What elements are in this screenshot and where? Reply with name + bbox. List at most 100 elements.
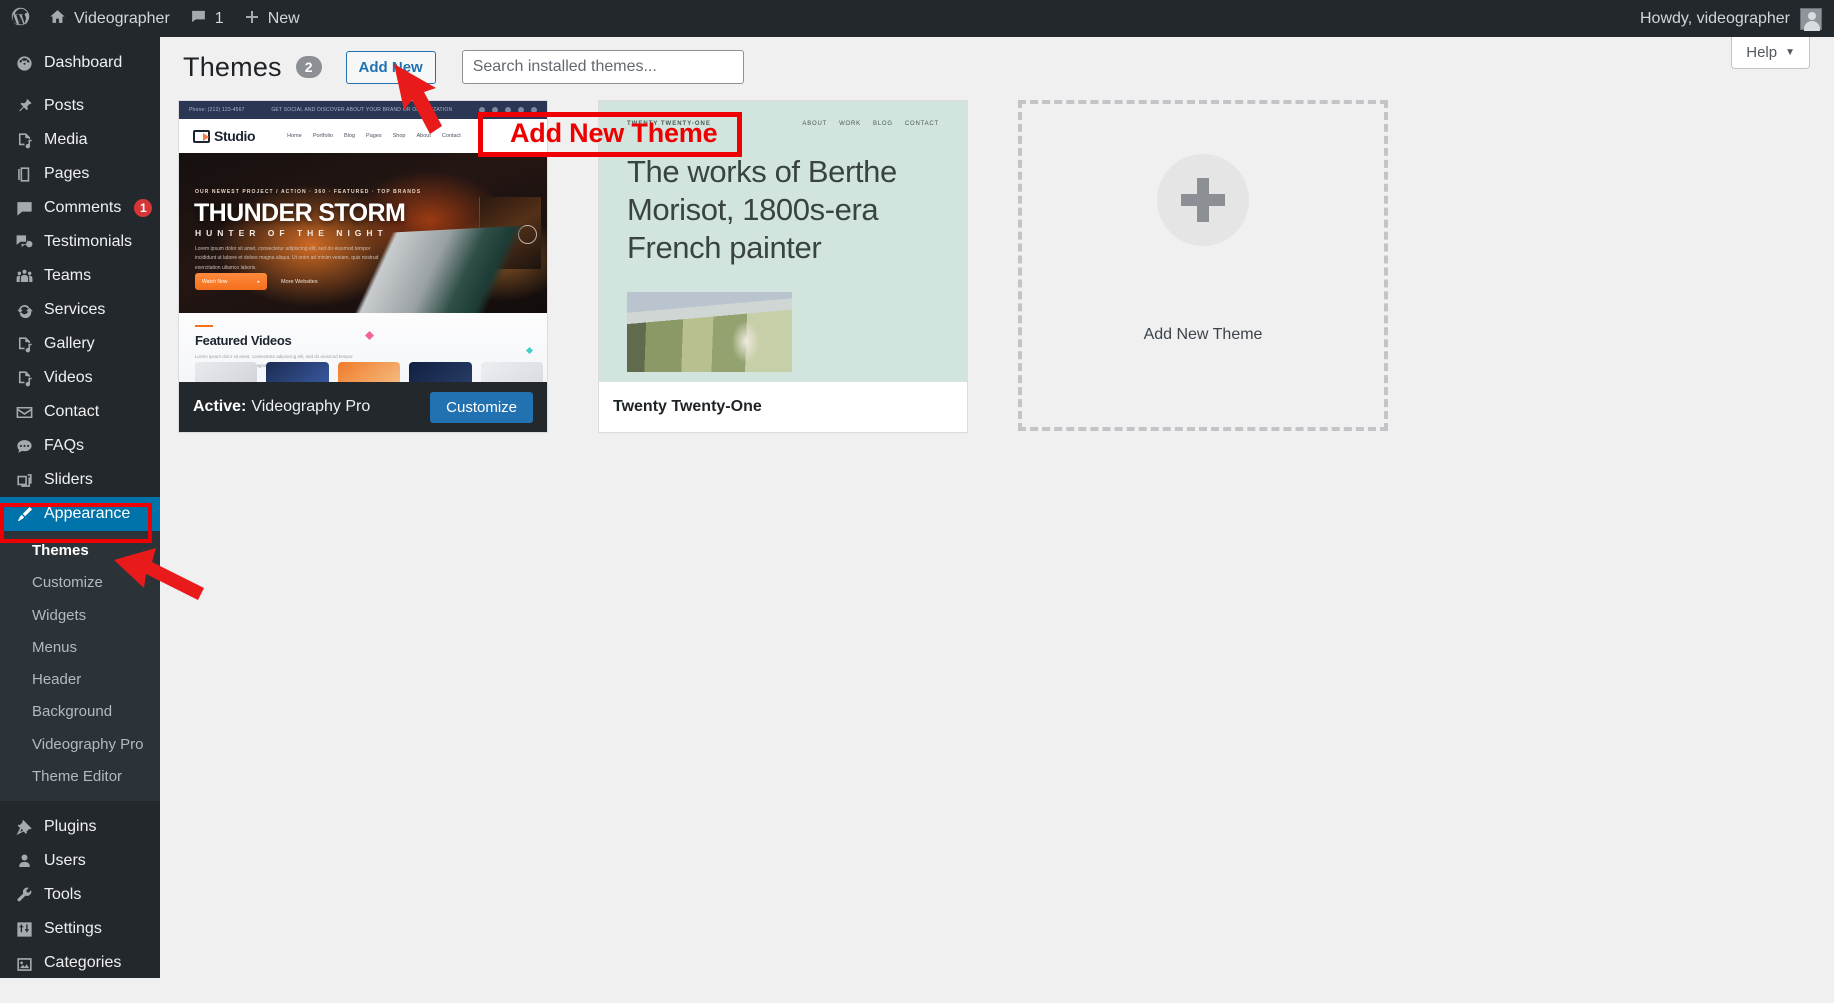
- sidebar-label: Testimonials: [44, 233, 133, 250]
- image-icon: [14, 954, 34, 974]
- preview-accent-rule: [195, 325, 213, 327]
- sidebar-label: Posts: [44, 97, 85, 114]
- preview-nav-link: Portfolio: [312, 133, 334, 139]
- theme-card-footer: Active: Videography Pro Customize: [179, 382, 547, 432]
- add-new-theme-card[interactable]: Add New Theme: [1018, 100, 1388, 431]
- preview-header: TWENTY TWENTY-ONE ABOUT WORK BLOG CONTAC…: [627, 121, 939, 127]
- sidebar-label: Categories Images: [44, 954, 122, 993]
- content-area: Help ▼ Themes 2 Add New Phone: (212) 123…: [160, 37, 1834, 978]
- sidebar-item-media[interactable]: Media: [0, 123, 160, 157]
- media-icon: [14, 130, 34, 150]
- preview-topbar-phone: Phone: (212) 123-4567: [189, 107, 245, 113]
- theme-preview-art: TWENTY TWENTY-ONE ABOUT WORK BLOG CONTAC…: [599, 101, 967, 382]
- theme-name: Videography Pro: [251, 398, 371, 415]
- preview-thumb: [480, 362, 544, 382]
- sidebar-label: Contact: [44, 403, 100, 420]
- submenu-item-background[interactable]: Background: [0, 696, 160, 728]
- sidebar-label: Gallery: [44, 335, 95, 352]
- pages-icon: [14, 164, 34, 184]
- preview-cta-row: Watch Now ▸ More Websites: [195, 273, 318, 290]
- preview-cta-primary: Watch Now ▸: [195, 273, 267, 290]
- theme-count-badge: 2: [295, 56, 322, 78]
- sidebar-item-settings[interactable]: Settings: [0, 912, 160, 946]
- preview-nav-link: Home: [287, 133, 302, 139]
- sidebar-item-dashboard[interactable]: Dashboard: [0, 46, 160, 80]
- comments-badge: 1: [134, 199, 153, 217]
- add-new-theme-label: Add New Theme: [1143, 325, 1263, 343]
- site-name-menu[interactable]: Videographer: [39, 0, 180, 37]
- preview-brand: TWENTY TWENTY-ONE: [627, 121, 711, 127]
- sidebar-label: Videos: [44, 369, 93, 386]
- sidebar-item-posts[interactable]: Posts: [0, 89, 160, 123]
- wrench-icon: [14, 885, 34, 905]
- testimonials-icon: [14, 232, 34, 252]
- sidebar-label: Sliders: [44, 471, 93, 488]
- sidebar-label: Appearance: [44, 505, 131, 522]
- sidebar-label: Dashboard: [44, 54, 123, 71]
- preview-thumb: [266, 362, 329, 382]
- preview-nav-link: CONTACT: [904, 121, 939, 127]
- preview-nav-link: ABOUT: [802, 121, 828, 127]
- preview-nav-link: BLOG: [872, 121, 893, 127]
- wordpress-icon: [10, 6, 31, 31]
- sidebar-label: Comments: [44, 199, 122, 216]
- comments-count-label: 1: [214, 9, 224, 27]
- my-account-menu[interactable]: Howdy, videographer: [1630, 0, 1834, 37]
- sidebar-item-gallery[interactable]: Gallery: [0, 327, 160, 361]
- envelope-icon: [14, 402, 34, 422]
- sidebar-label: Pages: [44, 165, 90, 182]
- theme-card-twenty-twenty-one[interactable]: TWENTY TWENTY-ONE ABOUT WORK BLOG CONTAC…: [598, 100, 968, 433]
- plus-icon: [244, 9, 260, 29]
- menu-spacer-top: [0, 37, 160, 46]
- submenu-item-header[interactable]: Header: [0, 664, 160, 696]
- customize-button[interactable]: Customize: [430, 391, 533, 423]
- preview-headline: THUNDER STORM: [194, 199, 406, 227]
- menu-separator-2: [0, 801, 160, 810]
- preview-nav-link: WORK: [839, 121, 861, 127]
- sidebar-item-services[interactable]: Services: [0, 293, 160, 327]
- sidebar-item-teams[interactable]: Teams: [0, 259, 160, 293]
- sidebar-item-contact[interactable]: Contact: [0, 395, 160, 429]
- dashboard-icon: [14, 53, 34, 73]
- comments-bubble[interactable]: 1: [180, 0, 234, 37]
- plugin-icon: [14, 817, 34, 837]
- preview-featured-section: Featured Videos Lorem ipsum dolor sit am…: [179, 313, 547, 382]
- media-icon: [14, 368, 34, 388]
- submenu-item-videography-pro[interactable]: Videography Pro: [0, 729, 160, 761]
- settings-sliders-icon: [14, 919, 34, 939]
- plus-icon: [1157, 153, 1249, 246]
- theme-screenshot-twenty-twenty-one[interactable]: TWENTY TWENTY-ONE ABOUT WORK BLOG CONTAC…: [599, 101, 967, 382]
- sidebar-item-faqs[interactable]: FAQs: [0, 429, 160, 463]
- sidebar-item-testimonials[interactable]: Testimonials: [0, 225, 160, 259]
- user-icon: [14, 851, 34, 871]
- active-label: Active:: [193, 398, 247, 415]
- preview-logo-text: Studio: [214, 128, 256, 144]
- comment-bubble-icon: [14, 198, 34, 218]
- sidebar-item-categories-images[interactable]: Categories Images: [0, 946, 160, 1003]
- sidebar-item-tools[interactable]: Tools: [0, 878, 160, 912]
- home-icon: [49, 8, 66, 29]
- menu-separator-1: [0, 80, 160, 89]
- preview-subheadline: HUNTER OF THE NIGHT: [195, 228, 388, 238]
- sidebar-item-sliders[interactable]: Sliders: [0, 463, 160, 497]
- sidebar-item-users[interactable]: Users: [0, 844, 160, 878]
- admin-bar: Videographer 1 New Howdy, videographer: [0, 0, 1834, 37]
- sidebar-item-comments[interactable]: Comments 1: [0, 191, 160, 225]
- wordpress-logo-menu[interactable]: [0, 0, 39, 37]
- sidebar-label: Users: [44, 852, 86, 869]
- sidebar-item-videos[interactable]: Videos: [0, 361, 160, 395]
- new-content-menu[interactable]: New: [234, 0, 310, 37]
- help-toggle-button[interactable]: Help ▼: [1731, 37, 1810, 69]
- preview-logo: Studio: [193, 128, 256, 144]
- sidebar-item-appearance[interactable]: Appearance: [0, 497, 160, 531]
- preview-thumb: [337, 362, 401, 382]
- sidebar-item-pages[interactable]: Pages: [0, 157, 160, 191]
- sidebar-item-plugins[interactable]: Plugins: [0, 810, 160, 844]
- submenu-item-theme-editor[interactable]: Theme Editor: [0, 761, 160, 793]
- comment-bubble-icon: [190, 8, 207, 29]
- preview-thumb: [409, 362, 472, 382]
- howdy-label: Howdy, videographer: [1639, 9, 1790, 27]
- services-icon: [14, 300, 34, 320]
- preview-decor-diamond-teal: [526, 347, 533, 354]
- preview-video-thumbs: [195, 362, 544, 382]
